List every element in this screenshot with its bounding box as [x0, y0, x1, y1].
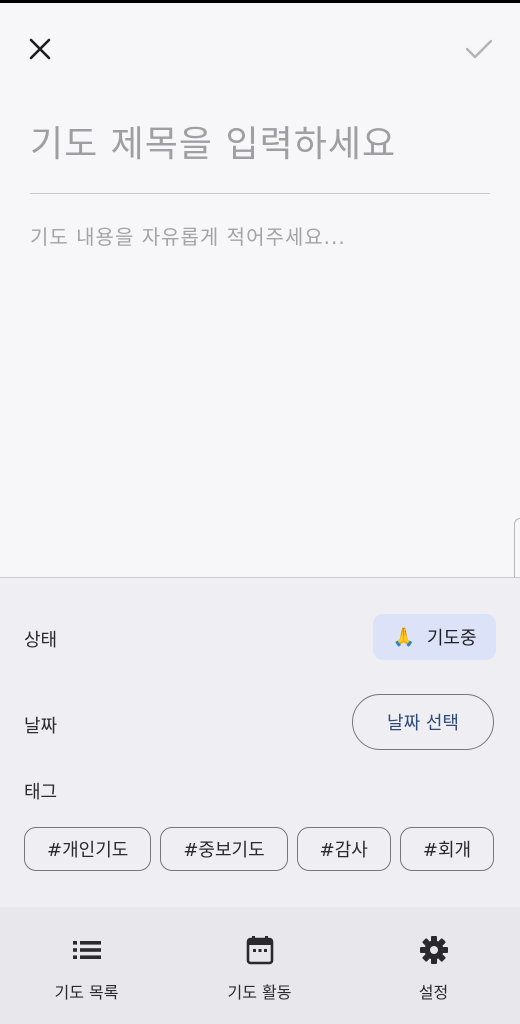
calendar-icon — [246, 933, 274, 967]
tag-chip[interactable]: #회개 — [399, 827, 495, 871]
prayer-editor-screen: 기도 제목을 입력하세요 기도 내용을 자유롭게 적어주세요... 상태 🙏 기… — [0, 3, 520, 1024]
status-chip[interactable]: 🙏 기도중 — [373, 614, 496, 660]
bottom-navigation: 기도 목록 기도 활동 설정 — [0, 907, 520, 1024]
tag-list: #개인기도 #중보기도 #감사 #회개 — [24, 827, 496, 873]
nav-label: 기도 활동 — [227, 983, 292, 1002]
nav-label: 설정 — [418, 983, 449, 1002]
options-panel: 상태 🙏 기도중 날짜 날짜 선택 태그 #개인기도 #중보기도 #감사 #회개 — [0, 577, 520, 908]
nav-prayer-list[interactable]: 기도 목록 — [0, 907, 173, 1024]
nav-settings[interactable]: 설정 — [347, 907, 520, 1024]
tag-chip[interactable]: #개인기도 — [24, 827, 152, 871]
praying-hands-icon: 🙏 — [392, 626, 415, 648]
tag-chip[interactable]: #중보기도 — [160, 827, 288, 871]
gear-icon — [419, 933, 449, 967]
close-icon — [29, 38, 51, 60]
confirm-button[interactable] — [459, 29, 499, 69]
list-icon — [72, 933, 102, 967]
top-bar — [0, 3, 520, 93]
status-value: 기도중 — [426, 628, 477, 649]
check-icon — [465, 39, 493, 59]
date-label: 날짜 — [24, 716, 58, 737]
content-input[interactable]: 기도 내용을 자유롭게 적어주세요... — [30, 221, 490, 250]
nav-prayer-activity[interactable]: 기도 활동 — [173, 907, 346, 1024]
status-label: 상태 — [24, 630, 58, 651]
date-select-button[interactable]: 날짜 선택 — [352, 694, 494, 750]
nav-label: 기도 목록 — [54, 983, 119, 1002]
title-input[interactable]: 기도 제목을 입력하세요 — [30, 115, 490, 194]
close-button[interactable] — [20, 29, 60, 69]
tag-chip[interactable]: #감사 — [296, 827, 391, 871]
tags-label: 태그 — [24, 782, 58, 803]
